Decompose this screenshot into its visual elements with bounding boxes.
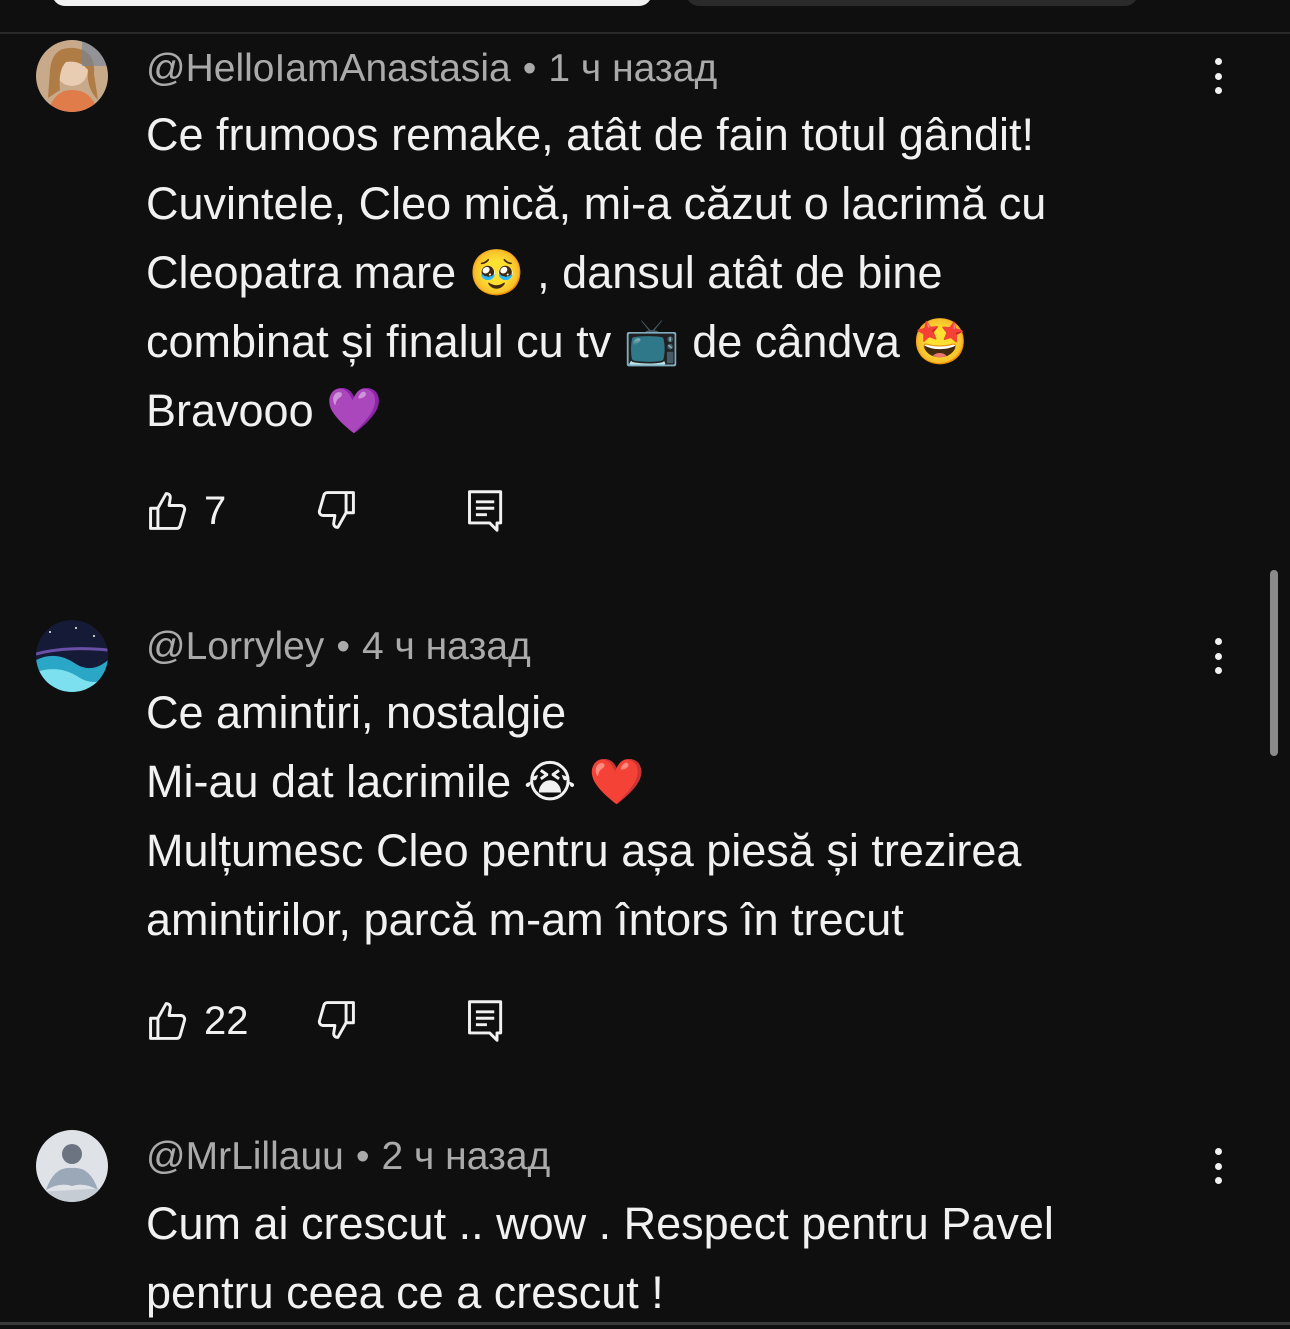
- like-count: 22: [204, 999, 249, 1043]
- thumbs-down-icon: [317, 491, 355, 529]
- more-vertical-icon[interactable]: [1200, 56, 1236, 96]
- filter-chip[interactable]: [686, 0, 1138, 6]
- separator-dot: •: [522, 47, 537, 90]
- like-button[interactable]: 22: [146, 998, 249, 1044]
- more-vertical-icon[interactable]: [1200, 1146, 1236, 1186]
- comment-line: Cleopatra mare 🥹 , dansul atât de bine: [146, 247, 943, 298]
- avatar-image: [36, 1130, 108, 1202]
- reply-button[interactable]: [464, 488, 508, 534]
- comment-time: 1 ч назад: [548, 47, 718, 90]
- filter-chip-active[interactable]: [52, 0, 652, 6]
- avatar[interactable]: [36, 40, 108, 112]
- thumbs-up-icon: [149, 492, 187, 530]
- thumbs-up-icon: [149, 1002, 187, 1040]
- comment-text: Ce amintiri, nostalgie Mi-au dat lacrimi…: [146, 678, 1186, 954]
- comment-line: Bravooo 💜: [146, 385, 383, 436]
- comment-line: Ce amintiri, nostalgie: [146, 687, 567, 738]
- comment-line: Mulțumesc Cleo pentru așa piesă și trezi…: [146, 825, 1022, 876]
- comment-line: Ce frumoos remake, atât de fain totul gâ…: [146, 109, 1034, 160]
- comment-header: @Lorryley • 4 ч назад: [146, 624, 531, 670]
- separator-dot: •: [355, 1135, 370, 1178]
- comment-header: @HelloIamAnastasia • 1 ч назад: [146, 46, 717, 92]
- comment-time: 4 ч назад: [361, 625, 531, 668]
- comment-author[interactable]: @Lorryley: [146, 625, 324, 668]
- comment-line: combinat și finalul cu tv 📺 de cândva 🤩: [146, 316, 969, 367]
- comment-line: pentru ceea ce a crescut !: [146, 1267, 664, 1318]
- avatar[interactable]: [36, 620, 108, 692]
- more-vertical-icon[interactable]: [1200, 636, 1236, 676]
- reply-button[interactable]: [464, 998, 508, 1044]
- avatar-image: [36, 40, 108, 112]
- dislike-button[interactable]: [314, 488, 358, 532]
- bottom-divider: [0, 1322, 1290, 1325]
- comment-header: @MrLillauu • 2 ч назад: [146, 1134, 550, 1180]
- reply-icon: [468, 490, 503, 532]
- comment-line: Cuvintele, Cleo mică, mi-a căzut o lacri…: [146, 178, 1047, 229]
- comment-text: Cum ai crescut .. wow . Respect pentru P…: [146, 1189, 1186, 1327]
- dislike-button[interactable]: [314, 998, 358, 1042]
- avatar-image: [36, 620, 108, 692]
- like-button[interactable]: 7: [146, 488, 226, 534]
- comment-line: Cum ai crescut .. wow . Respect pentru P…: [146, 1198, 1054, 1249]
- comment-author[interactable]: @HelloIamAnastasia: [146, 47, 511, 90]
- thumbs-down-icon: [317, 1001, 355, 1039]
- scrollbar-thumb[interactable]: [1270, 570, 1278, 756]
- comment-line: Mi-au dat lacrimile 😭 ❤️: [146, 756, 645, 807]
- reply-icon: [468, 1000, 503, 1042]
- top-filter-bar: [0, 0, 1290, 34]
- comment-time: 2 ч назад: [381, 1135, 551, 1178]
- comment-line: amintirilor, parcă m-am întors în trecut: [146, 894, 904, 945]
- comment-author[interactable]: @MrLillauu: [146, 1135, 344, 1178]
- avatar[interactable]: [36, 1130, 108, 1202]
- comment-text: Ce frumoos remake, atât de fain totul gâ…: [146, 100, 1186, 445]
- like-count: 7: [204, 489, 227, 533]
- separator-dot: •: [336, 625, 350, 668]
